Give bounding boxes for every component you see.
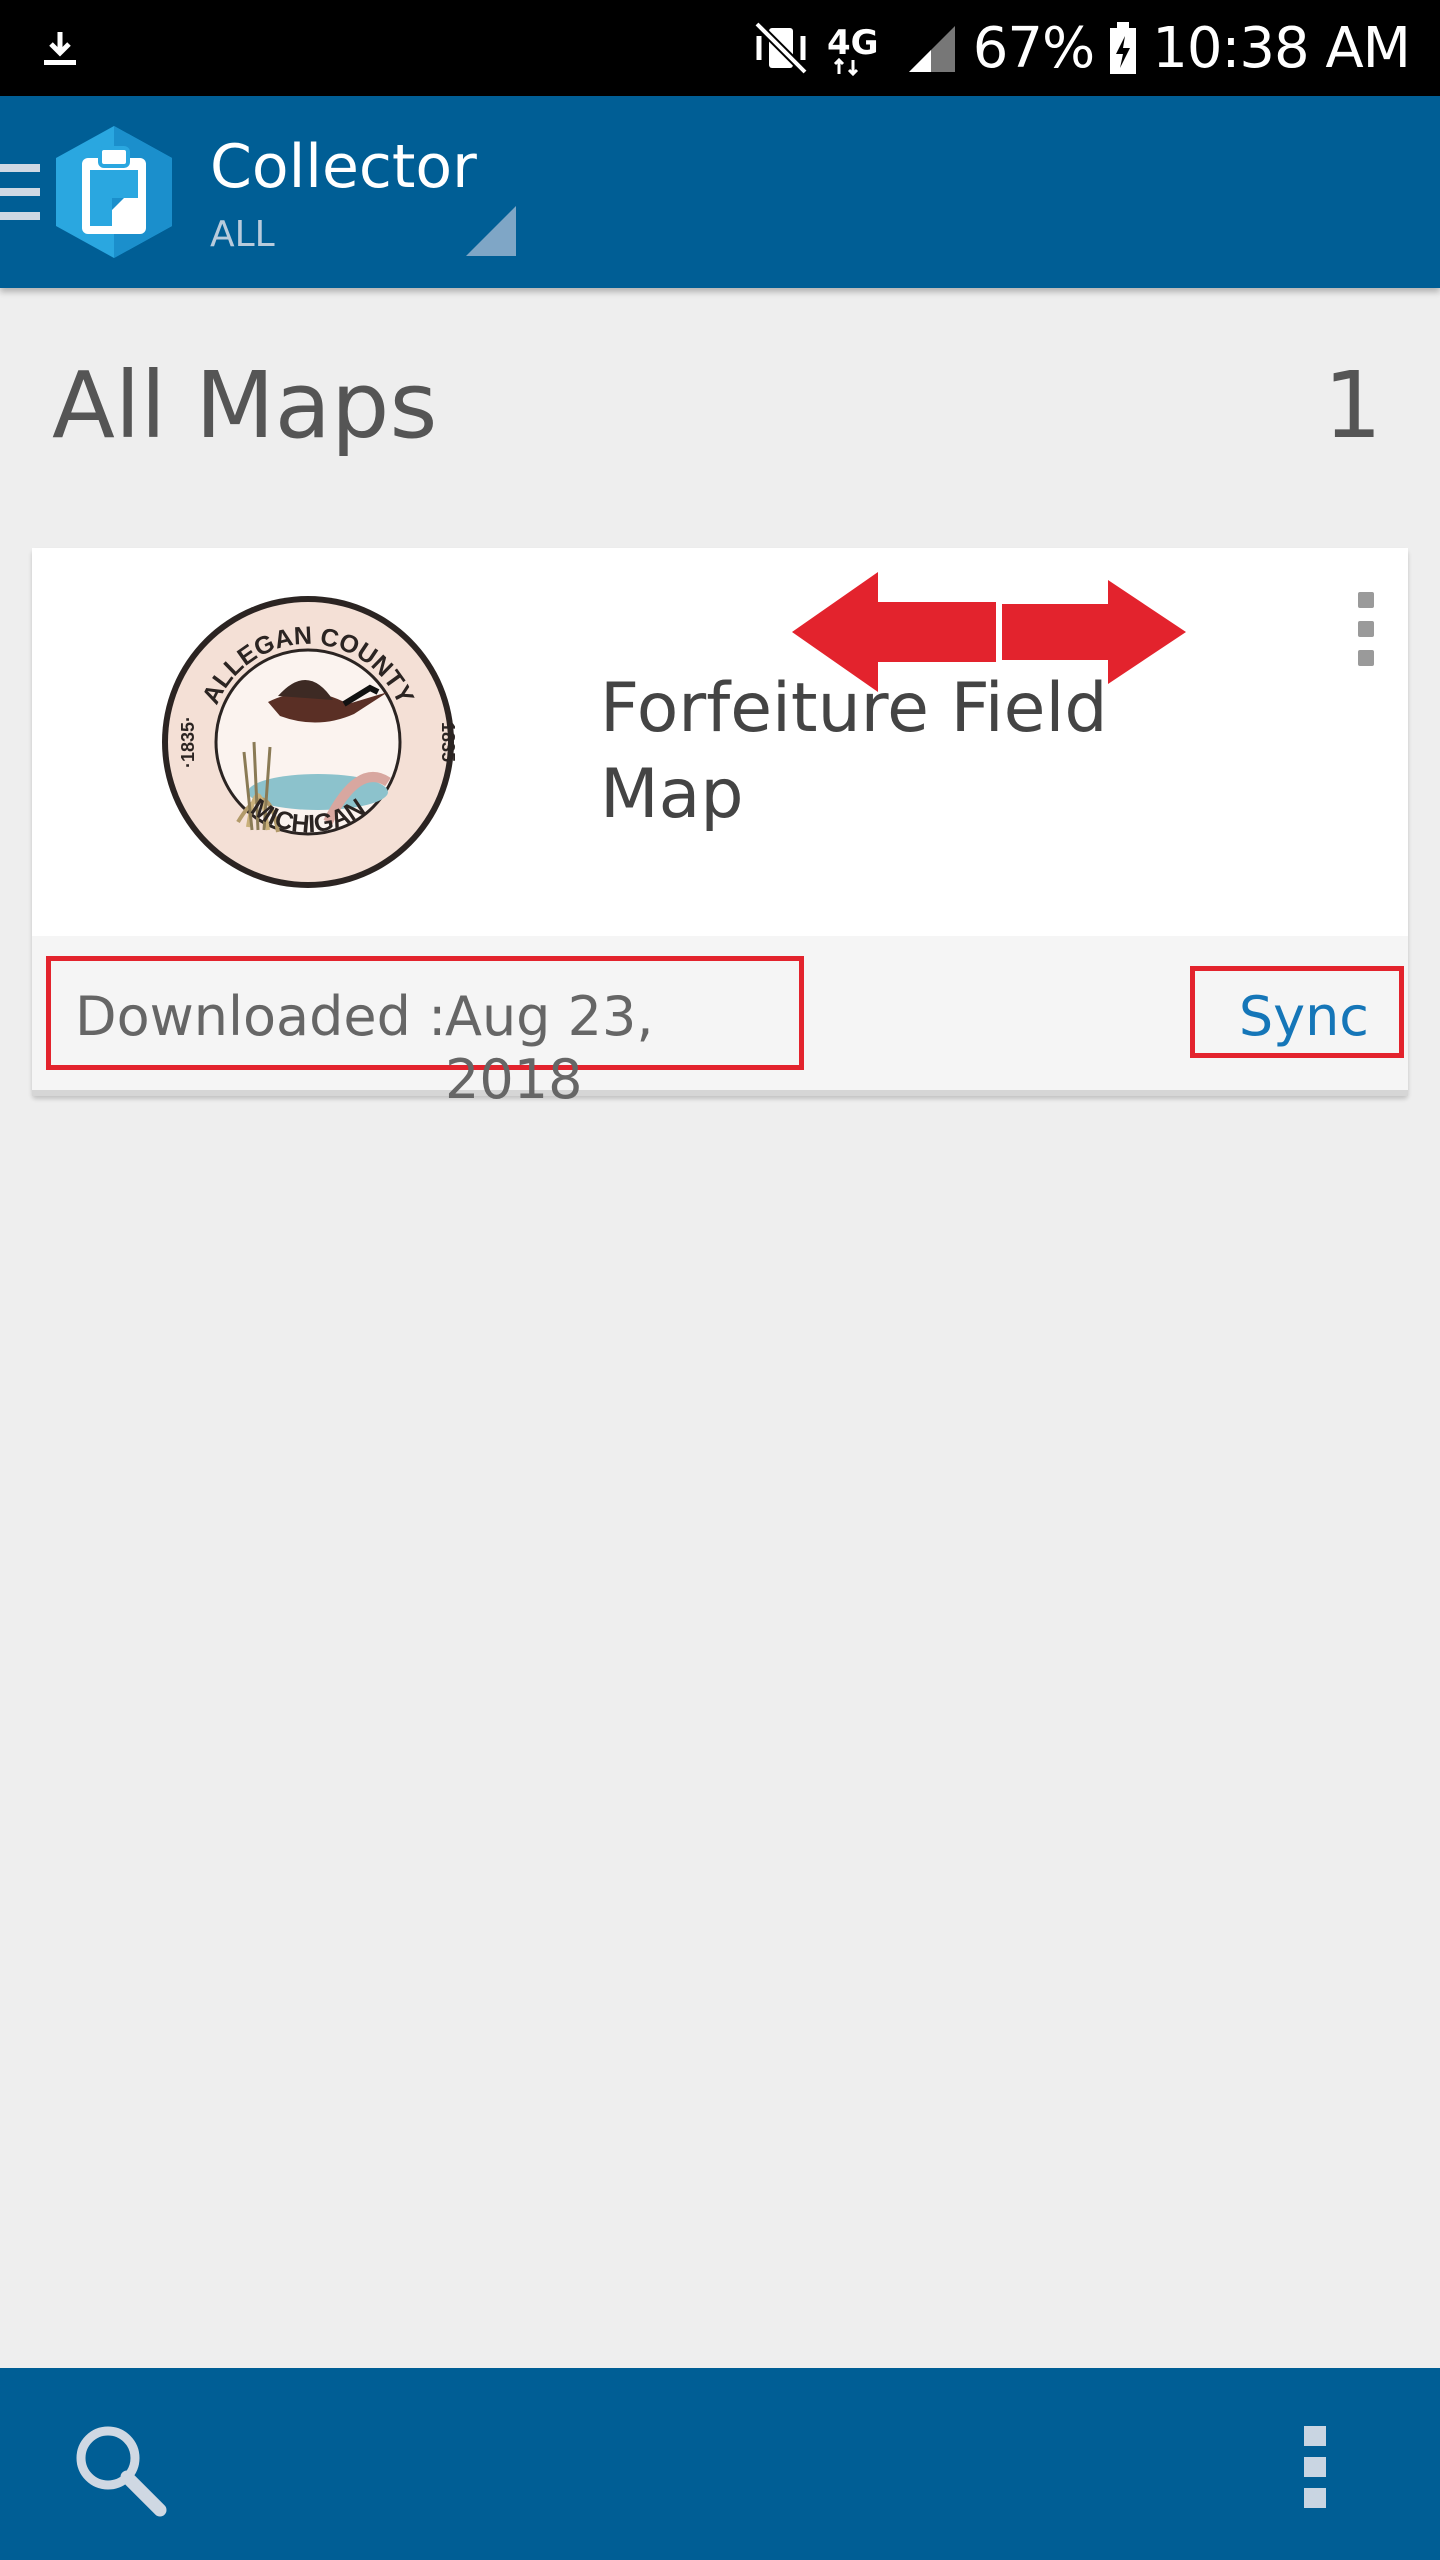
map-count: 1 xyxy=(1323,352,1382,459)
sync-highlight-box: Sync xyxy=(1190,966,1404,1058)
downloaded-highlight-box: Downloaded : Aug 23, 2018 xyxy=(46,956,804,1111)
map-card-footer: Downloaded : Aug 23, 2018 Sync xyxy=(32,936,1408,1111)
map-filter-label[interactable]: ALL xyxy=(210,214,275,255)
download-icon xyxy=(44,32,76,65)
search-icon[interactable] xyxy=(70,2420,170,2520)
dropdown-triangle-icon[interactable] xyxy=(466,206,516,256)
map-card[interactable]: ALLEGAN COUNTY MICHIGAN ·1835· ·1835· Fo… xyxy=(32,548,1408,1111)
clock: 10:38 AM xyxy=(1152,15,1411,81)
collector-app-logo xyxy=(56,126,172,258)
left-arrow-annotation xyxy=(792,572,996,692)
downloaded-label: Downloaded : xyxy=(75,985,447,1048)
map-card-header[interactable]: ALLEGAN COUNTY MICHIGAN ·1835· ·1835· Fo… xyxy=(32,548,1408,936)
sync-button[interactable]: Sync xyxy=(1239,985,1369,1048)
right-arrow-annotation xyxy=(1002,580,1186,684)
hamburger-menu-icon[interactable] xyxy=(0,164,40,220)
app-title: Collector xyxy=(210,132,477,202)
overflow-menu-icon[interactable] xyxy=(1304,2426,1330,2510)
battery-charging-icon xyxy=(1110,22,1137,74)
card-overflow-menu-icon[interactable] xyxy=(1358,592,1380,666)
signal-icon xyxy=(908,26,955,72)
vibrate-mute-icon xyxy=(753,21,808,75)
battery-percent: 67% xyxy=(972,15,1095,81)
seal-year-left: ·1835· xyxy=(178,716,198,768)
status-bar: 4G 67% 10:38 AM xyxy=(0,0,1440,96)
page-title: All Maps xyxy=(52,352,438,459)
bottom-toolbar xyxy=(0,2368,1440,2560)
4g-lte-icon: 4G xyxy=(827,23,879,76)
app-bar: Collector ALL xyxy=(0,96,1440,288)
downloaded-date: Aug 23, 2018 xyxy=(445,985,654,1111)
county-seal-logo: ALLEGAN COUNTY MICHIGAN ·1835· ·1835· xyxy=(162,596,458,888)
seal-year-right: ·1835· xyxy=(438,716,458,768)
svg-text:4G: 4G xyxy=(827,23,879,63)
